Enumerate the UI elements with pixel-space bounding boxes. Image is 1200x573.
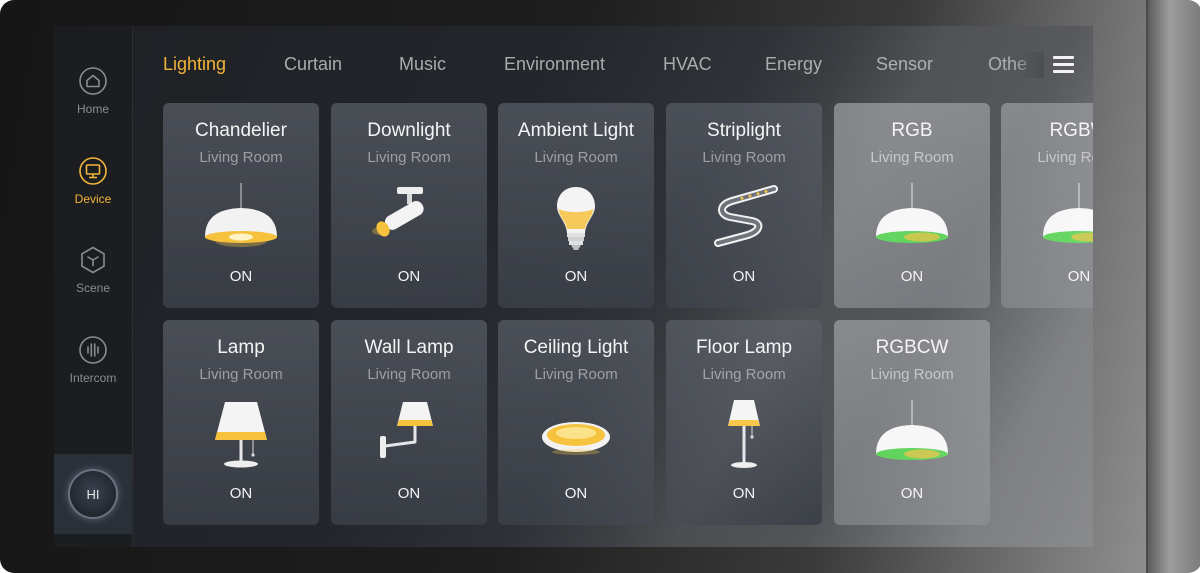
sidebar-item-label: Home <box>76 102 109 116</box>
downlight-icon <box>372 187 424 237</box>
rgb-pendant-icon <box>1043 183 1093 243</box>
tab-energy[interactable]: Energy <box>765 54 822 75</box>
wall-lamp-icon <box>380 402 433 458</box>
tab-curtain[interactable]: Curtain <box>284 54 342 75</box>
device-status: ON <box>229 268 253 285</box>
device-card-rgb[interactable]: RGB Living Room ON <box>834 103 990 308</box>
device-status: ON <box>900 485 924 502</box>
device-status: ON <box>732 268 756 285</box>
sidebar-item-label: Intercom <box>69 371 117 385</box>
bulb-icon <box>557 187 595 250</box>
sidebar-item-intercom[interactable]: Intercom <box>54 335 132 405</box>
striplight-icon <box>714 185 778 247</box>
device-name: Floor Lamp <box>695 337 793 358</box>
sidebar-item-device[interactable]: Device <box>54 156 132 226</box>
rgb-pendant-icon <box>876 183 948 243</box>
device-card-wall-lamp[interactable]: Wall Lamp Living Room ON <box>331 320 487 525</box>
menu-icon[interactable] <box>1052 54 1076 76</box>
device-card-lamp[interactable]: Lamp Living Room ON <box>163 320 319 525</box>
device-status: ON <box>397 485 421 502</box>
intercom-icon <box>79 336 107 364</box>
device-card-ambient-light[interactable]: Ambient Light Living Room ON <box>498 103 654 308</box>
device-card-floor-lamp[interactable]: Floor Lamp Living Room ON <box>666 320 822 525</box>
table-lamp-icon <box>215 402 267 468</box>
device-room: Living Room <box>534 366 618 383</box>
device-status: ON <box>229 485 253 502</box>
tab-lighting[interactable]: Lighting <box>163 54 226 75</box>
device-status: ON <box>397 268 421 285</box>
device-room: Living Room <box>702 149 786 166</box>
scene-icon <box>81 246 105 274</box>
device-name: Chandelier <box>195 120 287 141</box>
device-room: Living Room <box>199 366 283 383</box>
device-name: Downlight <box>367 120 451 141</box>
rgb-pendant-icon <box>876 400 948 460</box>
device-card-rgbcw[interactable]: RGBCW Living Room ON <box>834 320 990 525</box>
device-room: Living Room <box>1037 149 1093 166</box>
panel-screen: Home Device Scene Intercom HI Lighting C… <box>54 26 1093 547</box>
device-card-downlight[interactable]: Downlight Living Room ON <box>331 103 487 308</box>
device-status: ON <box>564 485 588 502</box>
device-card-rgbw[interactable]: RGBW Living Room ON <box>1001 103 1093 308</box>
device-room: Living Room <box>534 149 618 166</box>
sidebar-item-scene[interactable]: Scene <box>54 245 132 315</box>
device-card-ceiling-light[interactable]: Ceiling Light Living Room ON <box>498 320 654 525</box>
device-status: ON <box>564 268 588 285</box>
device-name: Ceiling Light <box>523 337 629 358</box>
device-status: ON <box>900 268 924 285</box>
floor-lamp-icon <box>728 400 760 468</box>
device-name: RGBCW <box>875 337 949 358</box>
tab-sensor[interactable]: Sensor <box>876 54 933 75</box>
tab-music[interactable]: Music <box>399 54 446 75</box>
device-room: Living Room <box>367 149 451 166</box>
sidebar: Home Device Scene Intercom HI <box>54 26 133 547</box>
tab-environment[interactable]: Environment <box>504 54 605 75</box>
chandelier-icon <box>205 183 277 247</box>
device-room: Living Room <box>870 366 954 383</box>
tab-overflow-fade <box>1014 52 1044 78</box>
device-room: Living Room <box>199 149 283 166</box>
device-name: Lamp <box>217 337 265 358</box>
device-name: Striplight <box>707 120 781 141</box>
sidebar-item-home[interactable]: Home <box>54 66 132 136</box>
tab-hvac[interactable]: HVAC <box>663 54 712 75</box>
device-room: Living Room <box>367 366 451 383</box>
device-name: RGBW <box>1049 120 1093 141</box>
device-room: Living Room <box>870 149 954 166</box>
home-icon <box>79 67 107 95</box>
device-name: RGB <box>891 120 933 141</box>
sidebar-item-label: Scene <box>75 281 111 295</box>
device-name: Wall Lamp <box>364 337 454 358</box>
device-name: Ambient Light <box>517 120 635 141</box>
device-icon <box>79 157 107 185</box>
device-room: Living Room <box>702 366 786 383</box>
device-card-chandelier[interactable]: Chandelier Living Room ON <box>163 103 319 308</box>
ceiling-light-icon <box>542 422 610 455</box>
device-status: ON <box>1067 268 1091 285</box>
assistant-area: HI <box>54 454 132 534</box>
voice-assistant-button[interactable]: HI <box>70 471 116 517</box>
device-card-striplight[interactable]: Striplight Living Room ON <box>666 103 822 308</box>
device-side-edge <box>1146 0 1200 573</box>
device-status: ON <box>732 485 756 502</box>
sidebar-item-label: Device <box>74 192 112 206</box>
category-tabs: Lighting Curtain Music Environment HVAC … <box>163 54 1043 84</box>
